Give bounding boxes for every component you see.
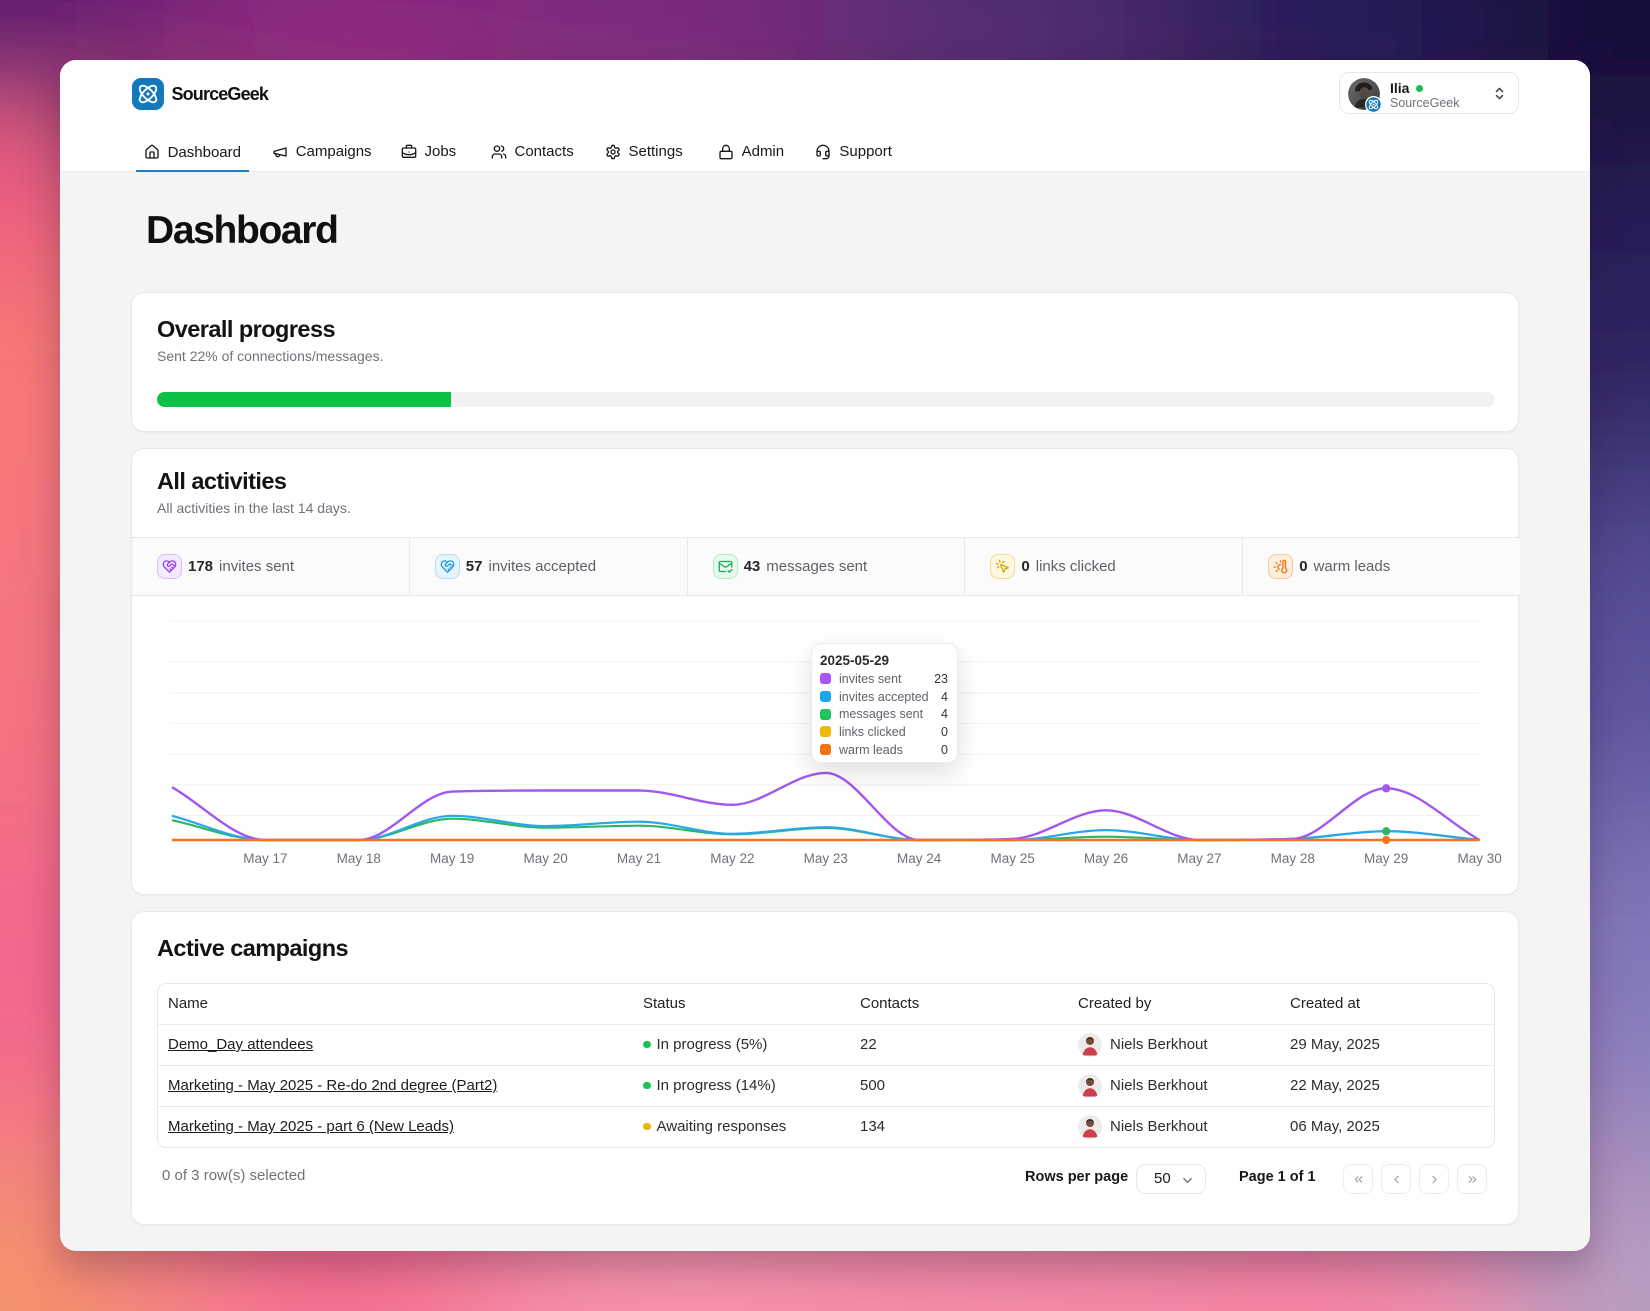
svg-text:May 19: May 19 [430, 851, 474, 866]
svg-text:May 20: May 20 [523, 851, 567, 866]
svg-text:May 23: May 23 [804, 851, 848, 866]
svg-text:May 24: May 24 [897, 851, 942, 866]
svg-text:May 22: May 22 [710, 851, 754, 866]
svg-text:May 21: May 21 [617, 851, 661, 866]
svg-text:May 28: May 28 [1271, 851, 1315, 866]
svg-text:May 17: May 17 [243, 851, 287, 866]
svg-text:May 30: May 30 [1457, 851, 1501, 866]
svg-text:May 25: May 25 [990, 851, 1034, 866]
svg-text:May 27: May 27 [1177, 851, 1221, 866]
svg-text:May 26: May 26 [1084, 851, 1128, 866]
svg-text:May 18: May 18 [337, 851, 381, 866]
svg-text:May 29: May 29 [1364, 851, 1408, 866]
